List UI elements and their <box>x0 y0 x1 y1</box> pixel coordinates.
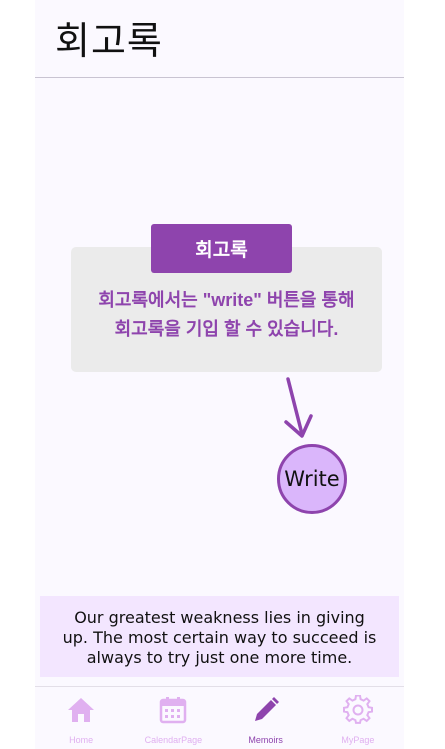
page-title: 회고록 <box>55 19 163 63</box>
quote-box: Our greatest weakness lies in giving up.… <box>40 596 399 677</box>
info-tag: 회고록 <box>151 224 292 273</box>
header: 회고록 <box>35 0 404 78</box>
info-description-line: 회고록을 기입 할 수 있습니다. <box>114 319 339 339</box>
nav-item-mypage[interactable]: MyPage <box>312 687 404 749</box>
nav-item-home[interactable]: Home <box>35 687 127 749</box>
quote-line: Our greatest weakness lies in giving <box>74 608 365 627</box>
nav-label: MyPage <box>341 735 375 745</box>
home-icon <box>68 698 95 722</box>
arrow-down-icon <box>284 377 313 438</box>
write-button[interactable]: Write <box>277 444 347 514</box>
nav-label: Home <box>69 735 94 745</box>
quote-line: up. The most certain way to succeed is <box>62 628 377 647</box>
gear-icon <box>342 695 373 724</box>
nav-item-calendar[interactable]: CalendarPage <box>127 687 219 749</box>
quote-line: always to try just one more time. <box>86 648 353 667</box>
calendar-icon <box>160 697 187 724</box>
app-container: 회고록 회고록 회고록에서는 "write" 버튼을 통해 회고록을 기입 할 … <box>35 0 404 749</box>
nav-label: CalendarPage <box>144 735 203 745</box>
info-description: 회고록에서는 "write" 버튼을 통해 회고록을 기입 할 수 있습니다. <box>71 286 382 344</box>
nav-item-memoirs[interactable]: Memoirs <box>220 687 312 749</box>
info-description-line: 회고록에서는 "write" 버튼을 통해 <box>98 290 355 310</box>
nav-label: Memoirs <box>248 735 283 745</box>
bottom-nav: Home CalendarPage Memoirs MyPage <box>35 686 404 749</box>
quote-text: Our greatest weakness lies in giving up.… <box>40 608 399 668</box>
pencil-icon <box>254 697 279 721</box>
